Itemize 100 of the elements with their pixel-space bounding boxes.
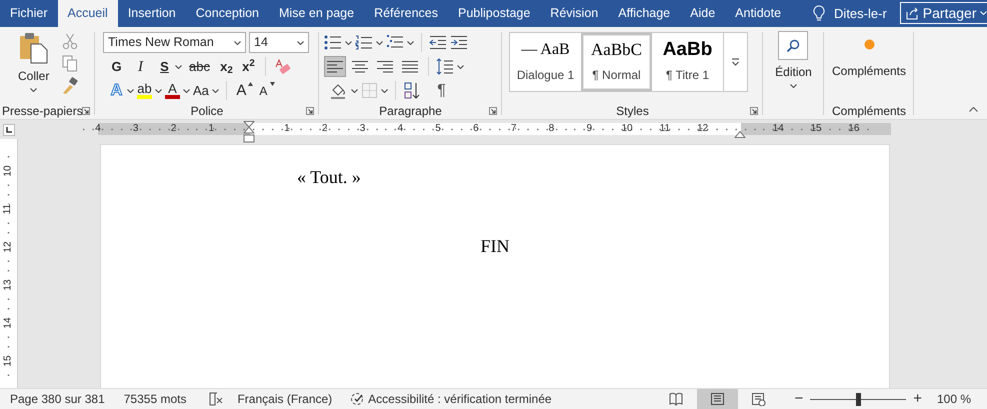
dialog-launcher-icon[interactable] [489,107,497,115]
ruler-number: 15 [4,355,14,367]
zoom-slider-thumb[interactable] [856,392,861,406]
ruler-number: 2 [170,123,176,134]
ribbon-tab[interactable]: Révision [540,0,608,27]
caret-icon[interactable] [351,88,358,92]
caret-icon[interactable] [297,40,304,44]
font-name-field[interactable]: Times New Roman [103,32,246,53]
ribbon-tab[interactable]: Antidote [725,0,792,27]
ruler-number: 5 [435,123,441,134]
paste-button[interactable]: Coller [18,32,50,102]
format-button[interactable]: A [234,82,249,98]
ruler-number: 10 [4,165,14,177]
ruler-number: 10 [621,123,633,134]
group-label: Presse-papiers [2,102,83,120]
collapse-ribbon-icon[interactable] [969,107,978,112]
ruler-number: 1 [284,123,290,134]
caret-icon[interactable] [127,88,134,92]
increase-indent-icon[interactable] [450,35,468,50]
format-button[interactable]: A [256,82,271,98]
tab-selector-icon[interactable] [3,124,15,136]
ruler-number: 1 [208,123,214,134]
format-button[interactable]: I [133,58,148,74]
dialog-launcher-icon[interactable] [82,107,90,115]
group-label: Police [190,102,224,120]
clear-formatting-icon[interactable] [272,58,291,76]
accessibility-status[interactable]: Accessibilité : vérification terminée [368,390,552,408]
format-button[interactable]: x$^{2}$ [240,58,256,74]
format-button[interactable]: G [109,58,124,74]
align-left-button[interactable] [324,56,346,77]
caret-icon[interactable] [30,88,38,92]
copy-icon[interactable] [62,55,78,72]
style-gallery-item[interactable]: AaBbC ¶ Normal [581,33,652,91]
ribbon-tab[interactable]: Mise en page [269,0,364,27]
caret-icon[interactable] [183,88,190,92]
sort-icon[interactable] [403,82,421,99]
zoom-level[interactable]: 100 % [936,390,971,408]
format-button[interactable]: S [157,58,172,74]
caret-icon[interactable] [345,40,352,44]
lightbulb-icon[interactable] [813,5,826,22]
zoom-in-button[interactable]: + [910,388,925,409]
page-count[interactable]: Page 380 sur 381 [10,390,105,408]
read-view-icon [669,392,684,406]
format-button[interactable]: A [165,82,180,99]
caret-icon[interactable] [790,84,797,88]
add-ins-button[interactable]: Compléments [832,39,906,102]
caret-icon[interactable] [212,88,219,92]
show-marks-button[interactable]: ¶ [434,82,449,98]
ribbon-tab[interactable]: Références [364,0,448,27]
more-icon [731,58,740,66]
right-indent-marker-icon[interactable] [734,131,746,138]
caret-icon[interactable] [457,64,464,68]
format-button[interactable]: abc [189,58,210,74]
font-size-field[interactable]: 14 [249,32,309,53]
language-status[interactable]: Français (France) [237,390,332,408]
scissors-icon[interactable] [62,33,78,50]
paint-bucket-icon[interactable] [330,82,348,99]
ribbon-tab[interactable]: Affichage [608,0,680,27]
tell-me-field[interactable]: Dites-le-r [834,4,887,24]
group-label: Paragraphe [379,102,442,120]
style-gallery-item[interactable]: AaBb ¶ Titre 1 [652,33,723,91]
ruler-number: 14 [772,123,784,134]
word-count[interactable]: 75355 mots [124,390,186,408]
format-button[interactable]: ab [137,82,152,99]
dialog-launcher-icon[interactable] [306,107,314,115]
align-left-icon [326,60,344,73]
caret-icon[interactable] [381,88,388,92]
numbering-icon[interactable] [355,35,373,50]
share-button[interactable]: Partager [900,2,987,24]
zoom-out-button[interactable]: − [791,388,806,409]
format-button[interactable]: Aa [193,82,209,98]
share-icon [906,6,919,20]
ribbon-tab[interactable]: Aide [680,0,726,27]
print-view-button[interactable] [697,389,738,409]
ribbon-tab[interactable]: Conception [186,0,270,27]
caret-icon[interactable] [376,40,383,44]
proofing-icon[interactable] [209,392,224,406]
ribbon-tab[interactable]: Publipostage [448,0,540,27]
dialog-launcher-icon[interactable] [750,107,758,115]
caret-icon[interactable] [234,40,241,44]
format-button[interactable]: x$_{2}$ [218,58,234,74]
ribbon-tab[interactable]: Accueil [58,0,118,27]
editing-button[interactable]: Édition [775,31,812,102]
bullets-icon[interactable] [324,35,342,50]
ruler-number: 15 [810,123,822,134]
caret-icon[interactable] [175,64,182,68]
ribbon-tab[interactable]: Fichier [0,0,58,27]
ruler-number: 12 [697,123,708,134]
ribbon-tab[interactable]: Insertion [118,0,186,27]
clipboard-icon [18,32,49,64]
line-spacing-icon[interactable] [436,58,454,75]
style-gallery-item[interactable]: — AaB Dialogue 1 [510,33,581,91]
down-triangle-icon [270,82,275,86]
multilevel-list-icon[interactable] [386,35,404,50]
caret-icon[interactable] [407,40,414,44]
decrease-indent-icon[interactable] [429,35,447,50]
caret-icon[interactable] [155,88,162,92]
group-label: Styles [616,102,649,120]
indent-marker-icon[interactable] [244,121,255,143]
paintbrush-icon[interactable] [62,77,78,94]
